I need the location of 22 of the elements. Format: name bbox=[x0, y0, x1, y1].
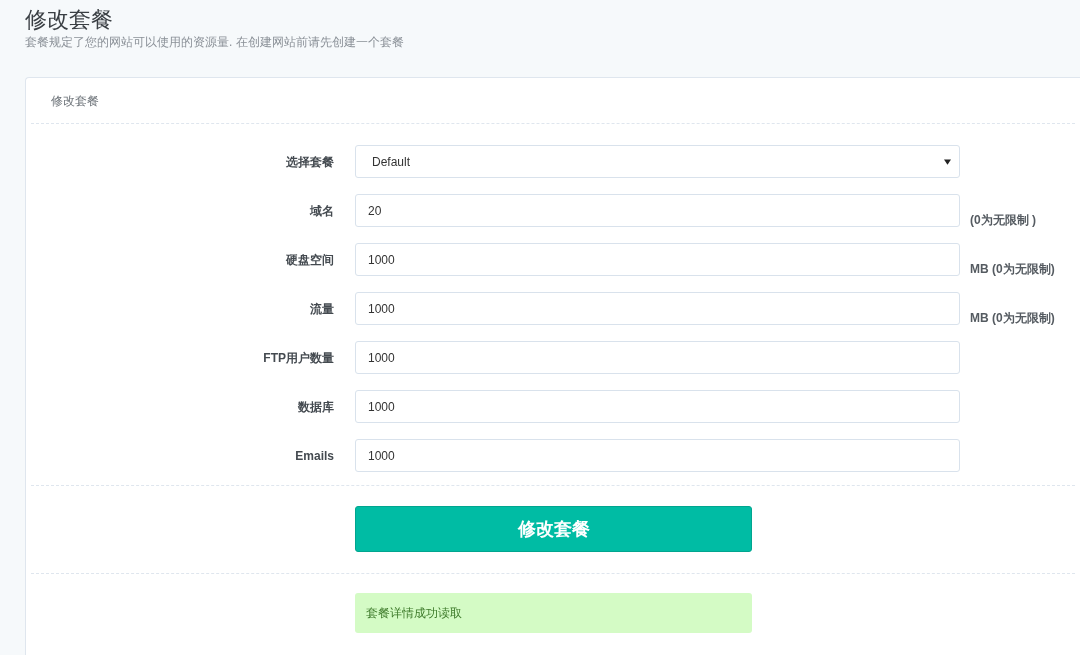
input-field[interactable]: 1000 bbox=[355, 439, 960, 472]
field-hint: (0为无限制 ) bbox=[970, 212, 1036, 229]
input-field[interactable]: 1000 bbox=[355, 243, 960, 276]
plan-select[interactable]: Default bbox=[355, 145, 960, 178]
page-title: 修改套餐 bbox=[25, 6, 113, 34]
input-field[interactable]: 1000 bbox=[355, 390, 960, 423]
field-label: 域名 bbox=[310, 203, 334, 220]
field-hint: MB (0为无限制) bbox=[970, 310, 1055, 327]
field-label: 选择套餐 bbox=[286, 154, 334, 171]
input-field[interactable]: 1000 bbox=[355, 292, 960, 325]
field-hint: MB (0为无限制) bbox=[970, 261, 1055, 278]
success-alert: 套餐详情成功读取 bbox=[355, 593, 752, 633]
field-label: Emails bbox=[295, 448, 334, 465]
field-label: 硬盘空间 bbox=[286, 252, 334, 269]
field-label: 数据库 bbox=[298, 399, 334, 416]
page-subtitle: 套餐规定了您的网站可以使用的资源量. 在创建网站前请先创建一个套餐 bbox=[25, 34, 404, 50]
input-field[interactable]: 20 bbox=[355, 194, 960, 227]
field-label: 流量 bbox=[310, 301, 334, 318]
input-field[interactable]: 1000 bbox=[355, 341, 960, 374]
card-title: 修改套餐 bbox=[51, 92, 99, 110]
field-label: FTP用户数量 bbox=[263, 350, 334, 367]
caret-icon bbox=[944, 158, 951, 165]
